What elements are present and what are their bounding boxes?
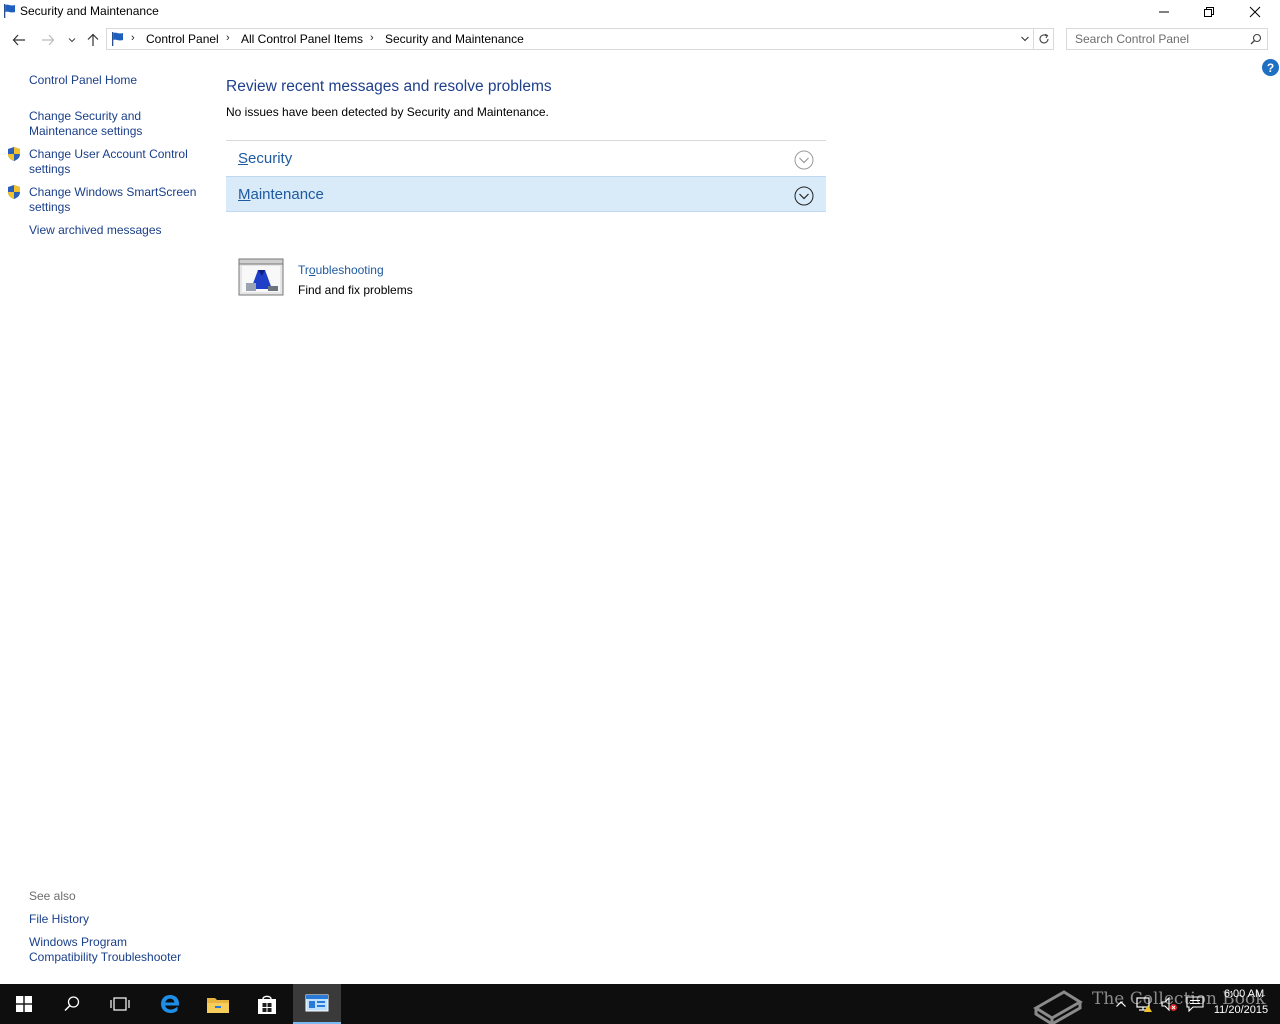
notification-icon — [1186, 996, 1204, 1012]
recent-locations-button[interactable] — [63, 30, 81, 50]
help-button[interactable]: ? — [1262, 59, 1279, 76]
restore-icon — [1204, 7, 1214, 17]
back-button[interactable] — [9, 30, 29, 50]
troubleshooting-icon[interactable] — [238, 258, 284, 298]
show-hidden-icons-button[interactable] — [1112, 995, 1130, 1013]
flag-icon — [112, 32, 123, 46]
troubleshooting-description: Find and fix problems — [298, 283, 413, 297]
store-bag-icon — [258, 995, 276, 1014]
taskbar: The Collection Book 6:00 AM 11/20/2015 — [0, 984, 1280, 1024]
search-icon — [64, 996, 80, 1012]
page-title: Review recent messages and resolve probl… — [226, 78, 552, 95]
question-mark-icon: ? — [1266, 60, 1275, 75]
breadcrumb-separator[interactable]: › — [131, 32, 135, 44]
expand-chevron-icon[interactable] — [794, 150, 814, 170]
refresh-icon — [1039, 33, 1049, 44]
chevron-up-icon — [1116, 1001, 1126, 1007]
book-logo-icon — [1033, 990, 1083, 1024]
network-tray-button[interactable] — [1136, 995, 1154, 1013]
window-title: Security and Maintenance — [20, 4, 159, 18]
search-input[interactable] — [1067, 29, 1247, 49]
control-panel-home-link[interactable]: Control Panel Home — [29, 73, 137, 88]
store-button[interactable] — [243, 984, 291, 1024]
maintenance-section-title[interactable]: Maintenance — [238, 186, 324, 203]
uac-shield-icon — [8, 185, 20, 199]
file-history-link[interactable]: File History — [29, 912, 89, 927]
taskbar-search-button[interactable] — [48, 984, 96, 1024]
flag-icon — [4, 4, 15, 18]
change-smartscreen-settings-link[interactable]: Change Windows SmartScreen settings — [29, 185, 199, 215]
restore-button[interactable] — [1186, 0, 1232, 24]
volume-tray-button[interactable] — [1160, 995, 1178, 1013]
arrow-left-icon — [12, 34, 25, 46]
breadcrumb-all-items[interactable]: All Control Panel Items — [241, 32, 363, 46]
arrow-up-icon — [87, 33, 99, 46]
folder-icon — [207, 998, 229, 1013]
start-button[interactable] — [0, 984, 48, 1024]
edge-browser-button[interactable] — [146, 984, 194, 1024]
security-section-header[interactable]: Security — [226, 140, 826, 176]
address-dropdown-button[interactable] — [1016, 30, 1034, 48]
breadcrumb-separator[interactable]: › — [370, 32, 374, 44]
breadcrumb-separator[interactable]: › — [226, 32, 230, 44]
expand-chevron-icon[interactable] — [794, 186, 814, 206]
task-view-button[interactable] — [96, 984, 144, 1024]
troubleshooting-link[interactable]: Troubleshooting — [298, 263, 384, 278]
close-icon — [1249, 6, 1261, 18]
control-panel-taskbar-button[interactable] — [293, 984, 341, 1024]
security-section-title[interactable]: Security — [238, 150, 292, 167]
change-uac-settings-link[interactable]: Change User Account Control settings — [29, 147, 199, 177]
breadcrumb-control-panel[interactable]: Control Panel — [146, 32, 219, 46]
chevron-down-icon — [68, 38, 76, 43]
close-button[interactable] — [1232, 0, 1278, 24]
speaker-muted-icon — [1161, 996, 1177, 1012]
network-warning-icon — [1136, 997, 1152, 1012]
minimize-button[interactable] — [1141, 0, 1187, 24]
maintenance-section-header[interactable]: Maintenance — [226, 176, 826, 212]
see-also-heading: See also — [29, 889, 76, 903]
refresh-button[interactable] — [1034, 28, 1054, 50]
minimize-icon — [1159, 11, 1169, 13]
windows-logo-icon — [16, 996, 32, 1012]
search-icon[interactable] — [1247, 31, 1265, 47]
arrow-right-icon — [42, 34, 55, 46]
compatibility-troubleshooter-link[interactable]: Windows Program Compatibility Troublesho… — [29, 935, 199, 965]
search-box[interactable] — [1066, 28, 1268, 50]
control-panel-icon — [305, 994, 329, 1012]
chevron-down-icon — [1021, 36, 1029, 42]
clock-time[interactable]: 6:00 AM — [1214, 988, 1274, 1000]
breadcrumb-security-maintenance[interactable]: Security and Maintenance — [385, 32, 524, 46]
uac-shield-icon — [8, 147, 20, 161]
forward-button[interactable] — [38, 30, 58, 50]
status-message: No issues have been detected by Security… — [226, 105, 549, 119]
task-view-icon — [110, 997, 130, 1011]
address-bar[interactable]: › Control Panel › All Control Panel Item… — [106, 28, 1034, 50]
up-button[interactable] — [83, 30, 103, 50]
clock-date[interactable]: 11/20/2015 — [1210, 1004, 1272, 1016]
title-bar: Security and Maintenance — [0, 0, 1280, 24]
change-security-settings-link[interactable]: Change Security and Maintenance settings — [29, 109, 179, 139]
action-center-button[interactable] — [1186, 995, 1204, 1013]
edge-icon — [161, 995, 179, 1013]
file-explorer-button[interactable] — [194, 984, 242, 1024]
view-archived-messages-link[interactable]: View archived messages — [29, 223, 162, 238]
